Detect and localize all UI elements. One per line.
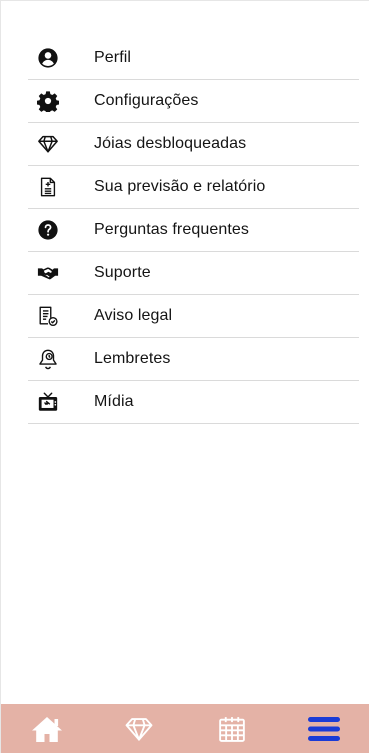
menu-item-label: Perguntas frequentes xyxy=(94,221,249,238)
menu-item-label: Perfil xyxy=(94,49,132,66)
bottom-navigation-bar xyxy=(1,704,369,753)
home-icon xyxy=(30,714,64,744)
diamond-icon xyxy=(36,132,60,156)
menu-item-label: Configurações xyxy=(94,92,199,109)
menu-item-previsao[interactable]: Sua previsão e relatório xyxy=(28,166,359,209)
report-document-icon xyxy=(36,175,60,199)
tv-icon xyxy=(36,390,60,414)
question-circle-icon xyxy=(36,218,60,242)
settings-menu: Perfil Configurações Jóias desbloqueadas… xyxy=(28,37,359,424)
nav-home[interactable] xyxy=(23,709,71,749)
menu-item-label: Mídia xyxy=(94,393,134,410)
nav-menu[interactable] xyxy=(300,709,348,749)
menu-item-perguntas[interactable]: Perguntas frequentes xyxy=(28,209,359,252)
menu-item-label: Lembretes xyxy=(94,350,171,367)
menu-item-joias[interactable]: Jóias desbloqueadas xyxy=(28,123,359,166)
app-screen: Perfil Configurações Jóias desbloqueadas… xyxy=(0,0,369,753)
hamburger-menu-icon xyxy=(306,714,342,744)
menu-item-label: Aviso legal xyxy=(94,307,173,324)
menu-item-aviso[interactable]: Aviso legal xyxy=(28,295,359,338)
legal-document-icon xyxy=(36,304,60,328)
nav-calendar[interactable] xyxy=(208,709,256,749)
menu-item-perfil[interactable]: Perfil xyxy=(28,37,359,80)
user-circle-icon xyxy=(36,46,60,70)
menu-item-configuracoes[interactable]: Configurações xyxy=(28,80,359,123)
menu-item-suporte[interactable]: Suporte xyxy=(28,252,359,295)
menu-item-label: Suporte xyxy=(94,264,151,281)
handshake-icon xyxy=(36,261,60,285)
nav-gems[interactable] xyxy=(115,709,163,749)
bell-icon xyxy=(36,347,60,371)
menu-item-label: Jóias desbloqueadas xyxy=(94,135,247,152)
diamond-icon xyxy=(123,714,155,744)
gear-icon xyxy=(36,89,60,113)
menu-item-midia[interactable]: Mídia xyxy=(28,381,359,424)
calendar-icon xyxy=(217,714,247,744)
menu-item-label: Sua previsão e relatório xyxy=(94,178,266,195)
menu-item-lembretes[interactable]: Lembretes xyxy=(28,338,359,381)
